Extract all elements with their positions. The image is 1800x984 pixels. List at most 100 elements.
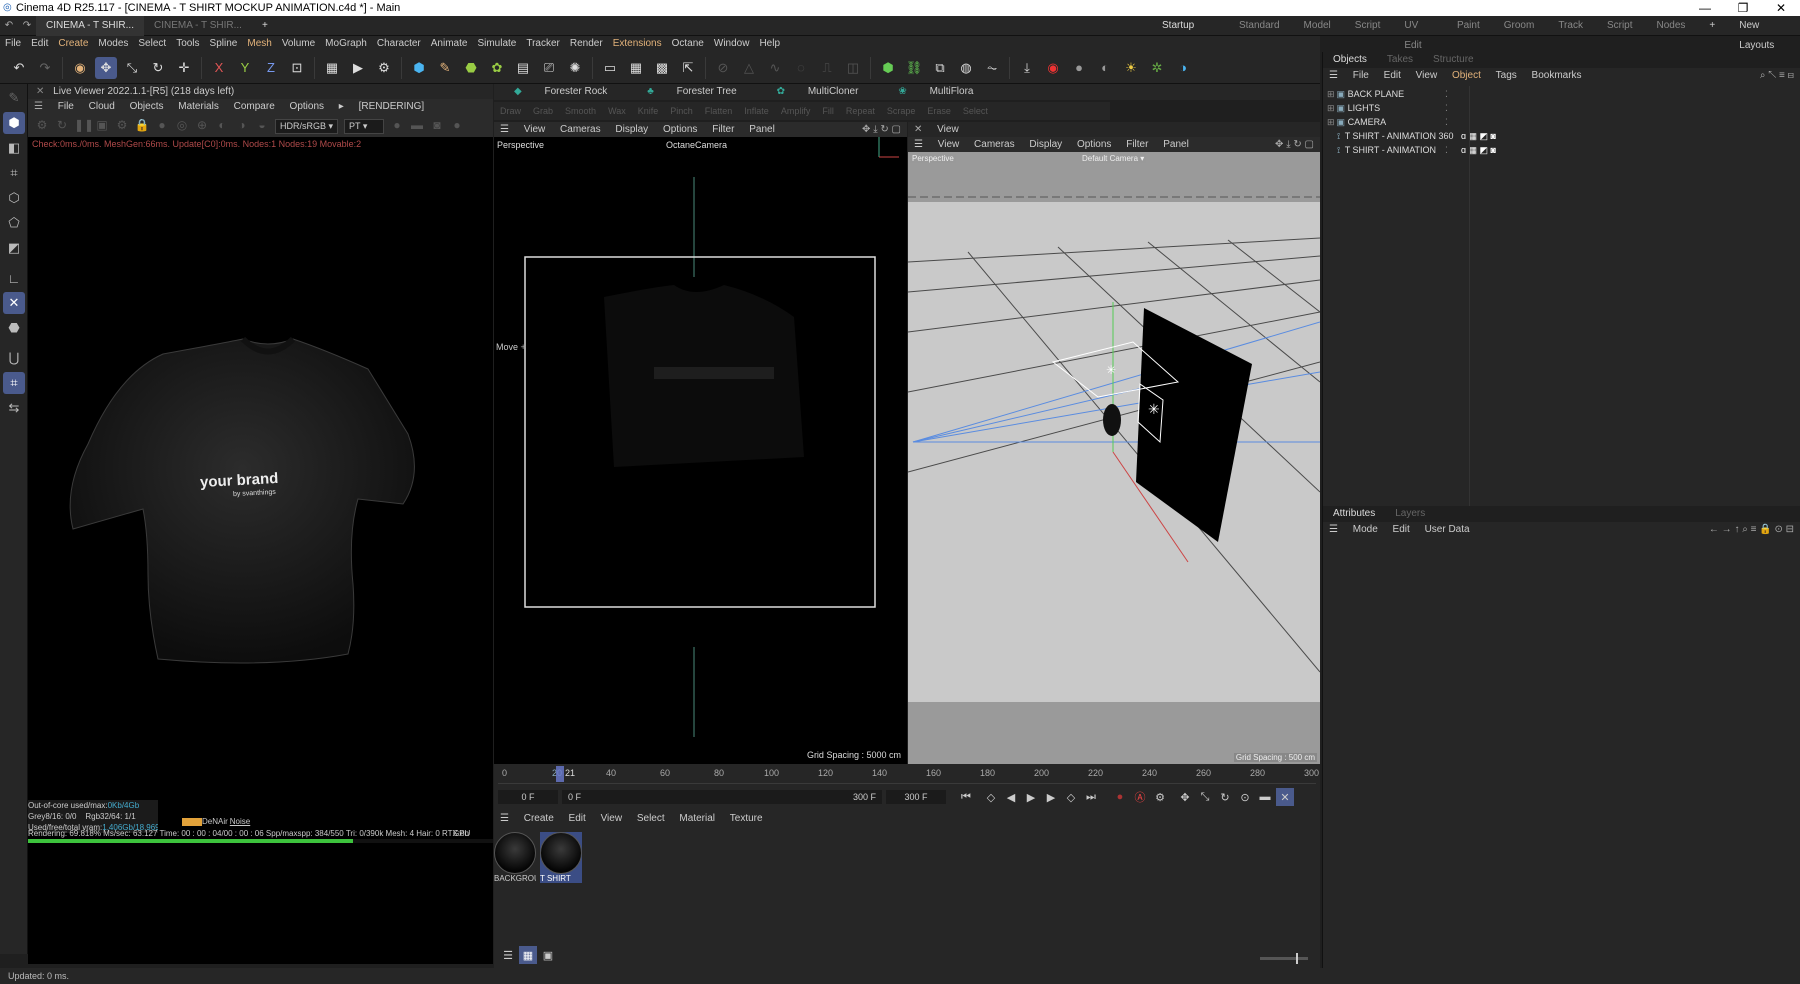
vp1-menu-panel[interactable]: Panel <box>743 124 781 135</box>
grid-snap-icon[interactable]: ⌗ <box>3 372 25 394</box>
lv-restart-icon[interactable]: ↻ <box>54 118 70 134</box>
key-rotation-icon[interactable]: ↻ <box>1216 788 1234 806</box>
om-search-filter-icons[interactable]: ⌕ ↖ ≡ ⊟ <box>1754 68 1800 84</box>
om-menu-tags[interactable]: Tags <box>1490 70 1523 81</box>
tab-attributes[interactable]: Attributes <box>1323 506 1385 522</box>
go-to-start-icon[interactable]: ⏮ <box>957 788 975 806</box>
lv-send-icon[interactable]: ⚙ <box>34 118 50 134</box>
lv-layer-icon[interactable]: ◒ <box>254 118 270 134</box>
graph-icon[interactable]: ⏦ <box>981 57 1003 79</box>
edges-mode-icon[interactable]: ⬠ <box>3 212 25 234</box>
menu-simulate[interactable]: Simulate <box>472 36 521 52</box>
am-nav-icons[interactable]: ← → ↑ ⌕ ≡ 🔒 ⊙ ⊟ <box>1703 522 1800 538</box>
start-frame-field[interactable]: 0 F <box>498 790 558 804</box>
lv-menu-materials[interactable]: Materials <box>172 101 225 112</box>
light-icon[interactable]: ✺ <box>564 57 586 79</box>
coordinate-system-icon[interactable]: ⊡ <box>286 57 308 79</box>
playhead[interactable] <box>556 766 564 782</box>
object-row-tshirt-360[interactable]: ⟟ T SHIRT - ANIMATION 360 ⁚ ɑ ▦ ◩ ◙ <box>1323 129 1800 143</box>
lv-menu-objects[interactable]: Objects <box>124 101 170 112</box>
menu-create[interactable]: Create <box>53 36 93 52</box>
hamburger-icon[interactable]: ☰ <box>1323 524 1344 535</box>
workplane-icon[interactable]: △ <box>738 57 760 79</box>
timeline-ruler[interactable]: 0 20 40 60 80 100 120 140 160 180 200 22… <box>498 764 1319 784</box>
sculpt-pinch[interactable]: Pinch <box>664 102 699 120</box>
x-axis-icon[interactable]: X <box>208 57 230 79</box>
sculpt-inflate[interactable]: Inflate <box>738 102 775 120</box>
download-icon[interactable]: ⤓ <box>1016 57 1038 79</box>
undo-icon[interactable]: ↶ <box>8 57 30 79</box>
doc-tab-1[interactable]: CINEMA - T SHIR... <box>36 15 144 36</box>
y-axis-icon[interactable]: Y <box>234 57 256 79</box>
kernel-select[interactable]: PT ▾ <box>344 118 385 134</box>
menu-mograph[interactable]: MoGraph <box>320 36 372 52</box>
mat-menu-select[interactable]: Select <box>631 813 671 824</box>
close-button[interactable]: ✕ <box>1762 0 1800 16</box>
viewport-perspective[interactable]: ✕ View ☰ View Cameras Display Options Fi… <box>908 122 1320 764</box>
render-view-icon[interactable]: ▦ <box>321 57 343 79</box>
object-row-lights[interactable]: ⊞ ▣ LIGHTS ⁚ <box>1323 101 1800 115</box>
lv-region-icon[interactable]: ▣ <box>94 118 110 134</box>
undo-history-icon[interactable]: ↶ <box>0 20 18 31</box>
lv-lock-icon[interactable]: 🔒 <box>134 118 150 134</box>
menu-window[interactable]: Window <box>709 36 755 52</box>
doc-tab-2[interactable]: CINEMA - T SHIR... <box>144 16 252 36</box>
vp2-menu-panel[interactable]: Panel <box>1157 139 1195 150</box>
zoom-slider-handle[interactable] <box>1296 953 1298 964</box>
grid-view-icon[interactable]: ▦ <box>519 946 537 964</box>
camera-icon[interactable]: ⎚ <box>538 57 560 79</box>
redo-icon[interactable]: ↷ <box>34 57 56 79</box>
menu-octane[interactable]: Octane <box>667 36 709 52</box>
sculpt-knife[interactable]: Knife <box>632 102 665 120</box>
menu-select[interactable]: Select <box>133 36 171 52</box>
octane-scatter-icon[interactable]: ✲ <box>1146 57 1168 79</box>
menu-edit[interactable]: Edit <box>26 36 53 52</box>
points-mode-icon[interactable]: ⬡ <box>3 187 25 209</box>
vp2-menu-filter[interactable]: Filter <box>1120 139 1154 150</box>
live-selection-icon[interactable]: ◉ <box>69 57 91 79</box>
snap-mode-icon[interactable]: ✕ <box>3 292 25 314</box>
key-mode-icon[interactable]: ✕ <box>1276 788 1294 806</box>
octane-daylight-icon[interactable]: ☀ <box>1120 57 1142 79</box>
edit-render-icon[interactable]: ✎ <box>3 87 25 109</box>
expand-icon[interactable]: ⊞ <box>1327 117 1335 127</box>
material-item-selected[interactable]: T SHIRT <box>540 832 582 883</box>
cube-icon[interactable]: ⬢ <box>408 57 430 79</box>
vp2-menu-options[interactable]: Options <box>1071 139 1117 150</box>
transform-tool-icon[interactable]: ✛ <box>173 57 195 79</box>
lv-menu-compare[interactable]: Compare <box>228 101 281 112</box>
render-to-picture-viewer-icon[interactable]: ▶ <box>347 57 369 79</box>
menu-modes[interactable]: Modes <box>93 36 133 52</box>
menu-mesh[interactable]: Mesh <box>242 36 276 52</box>
add-tab-button[interactable]: + <box>252 16 278 36</box>
minimize-button[interactable]: — <box>1686 0 1724 16</box>
vp2-menu-cameras[interactable]: Cameras <box>968 139 1021 150</box>
lv-focus-icon[interactable]: ◎ <box>174 118 190 134</box>
visibility-dots[interactable]: ⁚ <box>1445 143 1448 157</box>
hamburger-icon[interactable]: ☰ <box>908 139 929 150</box>
forester-cube-icon[interactable]: ⬢ <box>877 57 899 79</box>
lv-stop-icon[interactable]: ● <box>449 118 465 134</box>
menu-volume[interactable]: Volume <box>277 36 320 52</box>
mat-menu-texture[interactable]: Texture <box>724 813 769 824</box>
hamburger-icon[interactable]: ☰ <box>494 813 515 824</box>
forester-tree-button[interactable]: ♣ Forester Tree <box>627 84 756 100</box>
sculpt-repeat[interactable]: Repeat <box>840 102 881 120</box>
visibility-dots[interactable]: ⁚ <box>1445 129 1448 143</box>
render-settings-icon[interactable]: ⚙ <box>373 57 395 79</box>
hamburger-icon[interactable]: ☰ <box>28 101 49 112</box>
menu-help[interactable]: Help <box>754 36 785 52</box>
lv-snapshot-icon[interactable]: ◙ <box>429 118 445 134</box>
z-axis-icon[interactable]: Z <box>260 57 282 79</box>
sculpt-draw[interactable]: Draw <box>494 102 527 120</box>
am-menu-mode[interactable]: Mode <box>1347 524 1384 535</box>
close-panel-icon[interactable]: ✕ <box>908 124 928 135</box>
viewport-camera[interactable]: ☰ View Cameras Display Options Filter Pa… <box>494 122 907 764</box>
viewport-nav-icons[interactable]: ✥ ⤓ ↻ ▢ <box>856 122 907 137</box>
vp1-menu-cameras[interactable]: Cameras <box>554 124 607 135</box>
tab-structure[interactable]: Structure <box>1423 52 1484 68</box>
am-menu-edit[interactable]: Edit <box>1387 524 1416 535</box>
sculpt-scrape[interactable]: Scrape <box>881 102 922 120</box>
prev-frame-icon[interactable]: ◀ <box>1002 788 1020 806</box>
sculpt-flatten[interactable]: Flatten <box>699 102 739 120</box>
